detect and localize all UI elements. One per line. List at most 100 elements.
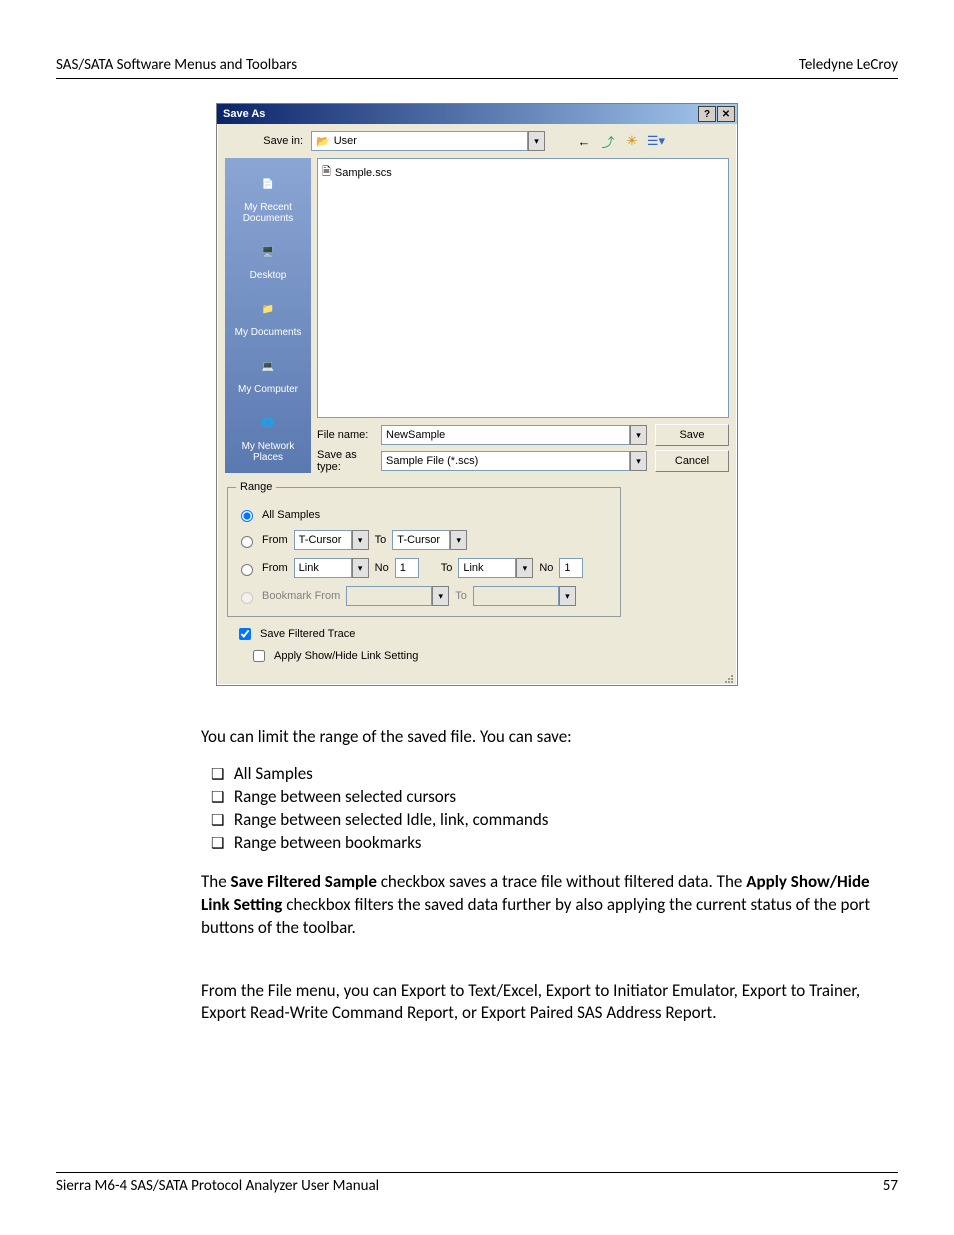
chevron-down-icon: ▾ (559, 586, 576, 606)
save-as-type-dropdown[interactable]: Sample File (*.scs) (381, 451, 630, 471)
save-in-dropdown[interactable]: 📂 User (311, 131, 528, 151)
radio-from-link[interactable] (241, 564, 253, 576)
text: The (201, 871, 231, 892)
new-folder-icon[interactable]: ✳ (621, 130, 643, 152)
back-icon[interactable]: ← (573, 130, 595, 152)
body-text: You can limit the range of the saved fil… (201, 726, 901, 1025)
paragraph: From the File menu, you can Export to Te… (201, 980, 901, 1026)
checkbox-save-filtered[interactable] (239, 628, 251, 640)
place-desktop[interactable]: 🖥️ Desktop (248, 232, 289, 285)
radio-label: All Samples (262, 509, 320, 521)
from-link-dropdown[interactable]: Link (294, 558, 352, 578)
list-item[interactable]: 🗎 Sample.scs (322, 163, 724, 182)
save-in-label: Save in: (225, 135, 303, 147)
up-one-level-icon[interactable]: ⤴ (597, 130, 619, 152)
chevron-down-icon[interactable]: ▾ (352, 558, 369, 578)
radio-label: From (262, 534, 288, 546)
value: T-Cursor (397, 534, 440, 546)
folder-open-icon: 📂 (316, 135, 330, 148)
network-icon: 🌐 (252, 407, 284, 439)
save-as-type-value: Sample File (*.scs) (386, 455, 478, 467)
value: Link (463, 562, 483, 574)
chevron-down-icon[interactable]: ▾ (352, 530, 369, 550)
save-button[interactable]: Save (655, 424, 729, 446)
recent-docs-icon: 📄 (252, 168, 284, 200)
bullet-list: All Samples Range between selected curso… (201, 763, 901, 855)
page-header: SAS/SATA Software Menus and Toolbars Tel… (56, 56, 898, 79)
file-name-input[interactable]: NewSample (381, 425, 630, 445)
value: 1 (564, 562, 570, 574)
bookmark-to-dropdown (473, 586, 559, 606)
footer-left: Sierra M6-4 SAS/SATA Protocol Analyzer U… (56, 1177, 379, 1195)
radio-from-cursor[interactable] (241, 536, 253, 548)
save-as-type-label: Save as type: (317, 449, 373, 473)
to-link-dropdown[interactable]: Link (458, 558, 516, 578)
save-as-dialog: Save As ? ✕ Save in: 📂 User ▾ (216, 103, 738, 686)
checkbox-apply-showhide[interactable] (253, 650, 265, 662)
page-footer: Sierra M6-4 SAS/SATA Protocol Analyzer U… (56, 1172, 898, 1195)
header-left: SAS/SATA Software Menus and Toolbars (56, 56, 297, 74)
save-in-value: User (334, 135, 357, 147)
checkbox-label: Apply Show/Hide Link Setting (274, 650, 418, 662)
paragraph: The Save Filtered Sample checkbox saves … (201, 871, 901, 940)
places-bar: 📄 My Recent Documents 🖥️ Desktop 📁 My Do… (225, 158, 311, 473)
radio-label: Bookmark From (262, 590, 340, 602)
to-label: To (455, 590, 467, 602)
list-item: Range between bookmarks (235, 832, 901, 855)
footer-right: 57 (883, 1177, 898, 1195)
header-right: Teledyne LeCroy (799, 56, 898, 74)
place-mydocs[interactable]: 📁 My Documents (233, 289, 304, 342)
list-item: Range between selected cursors (235, 786, 901, 809)
place-network[interactable]: 🌐 My Network Places (225, 403, 311, 467)
computer-icon: 💻 (252, 350, 284, 382)
documents-icon: 📁 (252, 293, 284, 325)
paragraph: You can limit the range of the saved fil… (201, 726, 901, 749)
text-bold: Save Filtered Sample (231, 871, 377, 892)
place-recent[interactable]: 📄 My Recent Documents (225, 164, 311, 228)
place-label: My Recent Documents (227, 202, 309, 224)
value: Link (299, 562, 319, 574)
chevron-down-icon[interactable]: ▾ (528, 131, 545, 151)
dialog-titlebar[interactable]: Save As ? ✕ (217, 104, 737, 124)
desktop-icon: 🖥️ (252, 236, 284, 268)
no-label: No (375, 562, 389, 574)
place-label: Desktop (250, 270, 287, 281)
file-name: Sample.scs (335, 167, 392, 179)
resize-grip[interactable] (217, 673, 737, 685)
radio-label: From (262, 562, 288, 574)
bookmark-from-dropdown (346, 586, 432, 606)
no-label: No (539, 562, 553, 574)
text: checkbox filters the saved data further … (201, 894, 870, 938)
file-name-value: NewSample (386, 429, 445, 441)
place-label: My Documents (235, 327, 302, 338)
radio-bookmark (241, 592, 253, 604)
close-button[interactable]: ✕ (717, 106, 735, 122)
range-groupbox: Range All Samples From T-Cursor ▾ To T-C… (227, 481, 621, 617)
file-icon: 🗎 (322, 163, 331, 182)
to-link-no-input[interactable]: 1 (559, 558, 583, 578)
place-label: My Network Places (227, 441, 309, 463)
place-mycomputer[interactable]: 💻 My Computer (236, 346, 300, 399)
to-cursor-dropdown[interactable]: T-Cursor (392, 530, 450, 550)
cancel-button[interactable]: Cancel (655, 450, 729, 472)
file-list[interactable]: 🗎 Sample.scs (317, 158, 729, 418)
chevron-down-icon[interactable]: ▾ (630, 425, 647, 445)
to-label: To (375, 534, 387, 546)
help-button[interactable]: ? (698, 106, 716, 122)
dialog-title: Save As (223, 108, 265, 120)
value: T-Cursor (299, 534, 342, 546)
views-icon[interactable]: ☰▾ (645, 130, 667, 152)
from-cursor-dropdown[interactable]: T-Cursor (294, 530, 352, 550)
file-name-label: File name: (317, 429, 373, 441)
list-item: All Samples (235, 763, 901, 786)
place-label: My Computer (238, 384, 298, 395)
text: checkbox saves a trace file without filt… (377, 871, 746, 892)
chevron-down-icon[interactable]: ▾ (450, 530, 467, 550)
chevron-down-icon: ▾ (432, 586, 449, 606)
checkbox-label: Save Filtered Trace (260, 628, 355, 640)
chevron-down-icon[interactable]: ▾ (516, 558, 533, 578)
from-link-no-input[interactable]: 1 (395, 558, 419, 578)
list-item: Range between selected Idle, link, comma… (235, 809, 901, 832)
chevron-down-icon[interactable]: ▾ (630, 451, 647, 471)
radio-all-samples[interactable] (241, 510, 253, 522)
